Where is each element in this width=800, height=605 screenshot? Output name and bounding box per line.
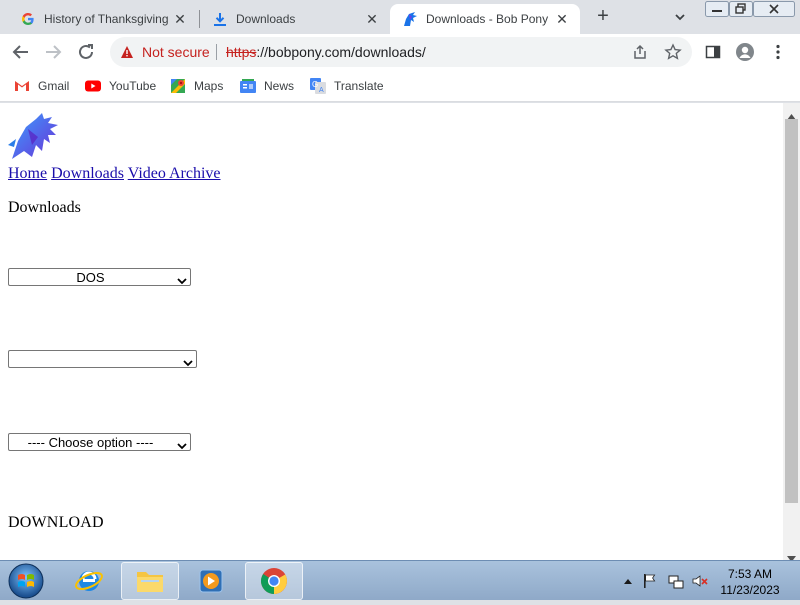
chevron-down-icon[interactable] bbox=[672, 9, 688, 25]
tab-strip: History of Thanksgiving ✕ Downloads ✕ Do… bbox=[0, 0, 800, 34]
volume-muted-icon[interactable] bbox=[692, 573, 708, 589]
gmail-icon bbox=[14, 78, 30, 94]
scrollbar-thumb[interactable] bbox=[785, 119, 798, 503]
browser-toolbar: Not secure https://bobpony.com/downloads… bbox=[0, 34, 800, 70]
clock-time: 7:53 AM bbox=[727, 567, 773, 581]
address-divider bbox=[216, 44, 217, 60]
bob-pony-icon bbox=[402, 11, 418, 27]
chevron-down-icon bbox=[183, 355, 193, 367]
translate-icon: GA bbox=[310, 78, 326, 94]
bookmark-label: YouTube bbox=[109, 79, 157, 93]
minimize-button[interactable] bbox=[705, 0, 729, 18]
tab-title: Downloads - Bob Pony bbox=[426, 12, 549, 26]
close-window-button[interactable] bbox=[753, 0, 795, 18]
google-g-icon bbox=[20, 11, 36, 27]
youtube-icon bbox=[85, 78, 101, 94]
close-tab-icon[interactable]: ✕ bbox=[554, 11, 570, 27]
share-icon[interactable] bbox=[632, 44, 648, 60]
bookmark-news[interactable]: News bbox=[240, 76, 294, 96]
os-select[interactable]: DOS bbox=[8, 268, 191, 286]
bookmark-youtube[interactable]: YouTube bbox=[85, 76, 156, 96]
nav-video-archive-link[interactable]: Video Archive bbox=[128, 165, 221, 182]
clock-date: 11/23/2023 bbox=[720, 583, 780, 597]
not-secure-label[interactable]: Not secure bbox=[142, 44, 210, 60]
bookmarks-bar: Gmail YouTube Maps News GA Translate bbox=[0, 70, 800, 102]
bookmark-star-icon[interactable] bbox=[664, 43, 682, 61]
svg-text:A: A bbox=[319, 87, 324, 94]
page-scrollbar[interactable] bbox=[783, 103, 800, 562]
bookmark-label: Gmail bbox=[38, 79, 70, 93]
download-link[interactable]: DOWNLOAD bbox=[8, 514, 104, 532]
version-select[interactable] bbox=[8, 350, 197, 368]
option-select-value: ---- Choose option ---- bbox=[27, 435, 154, 450]
download-arrow-icon bbox=[212, 11, 228, 27]
close-tab-icon[interactable]: ✕ bbox=[364, 11, 380, 27]
bob-pony-logo[interactable] bbox=[8, 111, 60, 163]
warning-icon[interactable] bbox=[120, 45, 134, 59]
option-select[interactable]: ---- Choose option ---- bbox=[8, 433, 191, 451]
bookmark-label: News bbox=[264, 79, 295, 93]
chevron-down-icon bbox=[177, 438, 187, 450]
new-tab-button[interactable]: + bbox=[592, 6, 614, 28]
bookmark-label: Maps bbox=[194, 79, 224, 93]
file-explorer-icon[interactable] bbox=[121, 562, 179, 600]
page-heading: Downloads bbox=[8, 199, 81, 216]
scroll-up-arrow-icon[interactable] bbox=[787, 107, 796, 120]
maps-icon bbox=[170, 78, 186, 94]
tab-downloads[interactable]: Downloads ✕ bbox=[200, 4, 390, 34]
windows-taskbar: 7:53 AM 11/23/2023 bbox=[0, 560, 800, 600]
tab-title: History of Thanksgiving bbox=[44, 12, 169, 26]
bookmark-label: Translate bbox=[334, 79, 384, 93]
back-button[interactable] bbox=[9, 40, 33, 64]
bookmark-gmail[interactable]: Gmail bbox=[14, 76, 69, 96]
restore-button[interactable] bbox=[729, 0, 753, 18]
action-center-flag-icon[interactable] bbox=[642, 573, 658, 589]
svg-text:G: G bbox=[312, 80, 318, 89]
start-button[interactable] bbox=[6, 562, 46, 600]
nav-downloads-link[interactable]: Downloads bbox=[51, 165, 124, 182]
close-tab-icon[interactable]: ✕ bbox=[172, 11, 188, 27]
os-select-value: DOS bbox=[76, 270, 105, 285]
chevron-down-icon bbox=[177, 273, 187, 285]
tab-downloads-bob-pony[interactable]: Downloads - Bob Pony ✕ bbox=[390, 4, 580, 34]
profile-avatar-icon[interactable] bbox=[735, 42, 755, 62]
system-clock[interactable]: 7:53 AM 11/23/2023 bbox=[712, 566, 788, 598]
scroll-down-arrow-icon[interactable] bbox=[787, 549, 796, 562]
site-nav: Home Downloads Video Archive bbox=[8, 165, 221, 183]
show-hidden-icons-icon[interactable] bbox=[620, 573, 636, 589]
bookmark-maps[interactable]: Maps bbox=[170, 76, 223, 96]
bookmark-translate[interactable]: GA Translate bbox=[310, 76, 384, 96]
url-text[interactable]: https://bobpony.com/downloads/ bbox=[226, 44, 426, 60]
address-bar[interactable]: Not secure https://bobpony.com/downloads… bbox=[110, 37, 692, 67]
url-rest: ://bobpony.com/downloads/ bbox=[256, 44, 426, 60]
internet-explorer-icon[interactable] bbox=[60, 562, 118, 600]
reload-button[interactable] bbox=[74, 40, 98, 64]
tab-title: Downloads bbox=[236, 12, 296, 26]
page-content: Home Downloads Video Archive Downloads D… bbox=[0, 103, 783, 560]
chrome-icon[interactable] bbox=[245, 562, 303, 600]
forward-button[interactable] bbox=[41, 40, 65, 64]
network-icon[interactable] bbox=[668, 573, 684, 589]
url-scheme: https bbox=[226, 44, 257, 60]
tab-history-of-thanksgiving[interactable]: History of Thanksgiving ✕ bbox=[8, 4, 198, 34]
news-icon bbox=[240, 78, 256, 94]
side-panel-icon[interactable] bbox=[703, 42, 723, 62]
kebab-menu-icon[interactable] bbox=[768, 42, 788, 62]
nav-home-link[interactable]: Home bbox=[8, 165, 47, 182]
media-player-icon[interactable] bbox=[182, 562, 240, 600]
